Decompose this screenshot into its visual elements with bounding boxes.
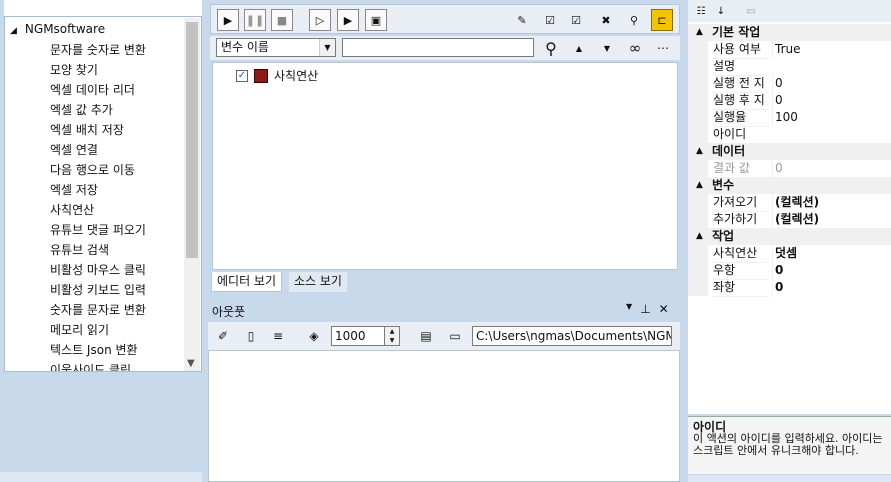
property-toolbar: ☷ ↓ ▭ [688,0,891,22]
tree-item[interactable]: 엑셀 데이타 리더 [50,81,135,98]
categorized-icon[interactable]: ☷ [692,2,710,20]
editor-toolbar: ▶ ❚❚ ■ ▷ ▶ ▣ ✎ ☑ ☑ ✖ ⚲ ⊏ [210,4,680,34]
play-icon[interactable]: ▶ [217,9,239,31]
tree-item[interactable]: 이웃사이드 클릭 [50,361,131,371]
sort-alpha-icon[interactable]: ↓ [712,2,730,20]
tree-item[interactable]: 사칙연산 [50,201,94,218]
node-checkbox[interactable]: ✓ [236,69,248,82]
stop-icon[interactable]: ■ [271,9,293,31]
property-row[interactable]: 좌항 0 [688,279,891,297]
tree-item[interactable]: 숫자를 문자로 변환 [50,301,146,318]
tree-item[interactable]: 엑셀 연결 [50,141,98,158]
toolbox-search-input[interactable] [4,0,202,17]
action-icon [254,68,268,83]
check-icon[interactable]: ☑ [565,9,587,31]
node-label: 사칙연산 [274,69,319,83]
eraser-icon[interactable]: ◈ [303,325,325,347]
category-data[interactable]: ▲ 데이터 [688,143,891,160]
output-log[interactable] [208,350,680,482]
collapse-icon[interactable]: ▲ [696,177,703,194]
editor-node[interactable]: ✓ 사칙연산 [236,67,318,84]
edit-icon[interactable]: ✎ [511,9,533,31]
scroll-down-icon[interactable]: ▼ [187,358,195,369]
tree-item[interactable]: 엑셀 배치 저장 [50,121,124,138]
property-row[interactable]: 실행 후 지0 [688,92,891,110]
search-input[interactable] [342,38,534,57]
close-icon[interactable]: ✕ [659,302,669,316]
wrap-icon[interactable]: ≡ [267,325,289,347]
output-header [208,300,680,320]
broom-icon[interactable]: ✐ [212,325,234,347]
search-icon[interactable]: ⚲ [540,38,562,58]
tree-item[interactable]: 비활성 키보드 입력 [50,281,146,298]
tree-scrollbar[interactable]: ▼ [184,18,200,371]
tree-root-label: NGMsoftware [24,22,106,36]
description-text: 이 액션의 아이디를 입력하세요. 아이디는 스크립트 안에서 유니크해야 합니… [693,432,883,457]
property-row[interactable]: 실행율 100 [688,109,891,127]
more-options-icon[interactable]: ⋯ [652,38,674,58]
tree-view-toggle-icon[interactable]: ⊏ [651,9,673,31]
property-row[interactable]: 설명 [688,58,891,76]
collapse-icon[interactable]: ▲ [696,228,703,245]
delete-icon[interactable]: ✖ [595,9,617,31]
infinity-icon[interactable]: ∞ [624,38,646,58]
property-pages-icon[interactable]: ▭ [742,2,760,20]
tree-item[interactable]: 메모리 읽기 [50,321,109,338]
tree-item[interactable]: 문자를 숫자로 변환 [50,41,146,58]
tree-item[interactable]: 모양 찾기 [50,61,98,78]
collapse-icon[interactable]: ◢ [10,26,17,36]
folder-icon[interactable]: ▭ [444,325,466,347]
property-row[interactable]: 실행 전 지0 [688,75,891,93]
run-selected-icon[interactable]: ▶ [337,9,359,31]
variable-select[interactable]: 변수 이름 ▼ [216,38,336,57]
output-title: 아웃풋 [212,305,246,319]
next-result-icon[interactable]: ▼ [596,38,618,58]
property-bottom-tabstrip[interactable] [688,475,891,482]
dropdown-icon[interactable]: ▼ [626,302,632,316]
pin-icon[interactable]: ⊥ [640,302,650,316]
tree-root-node[interactable]: ◢ NGMsoftware [10,22,105,36]
prev-result-icon[interactable]: ▲ [568,38,590,58]
check-all-icon[interactable]: ☑ [539,9,561,31]
collapse-icon[interactable]: ▲ [696,143,703,160]
tree-item[interactable]: 텍스트 Json 변환 [50,341,138,358]
new-log-icon[interactable]: ▯ [240,325,262,347]
tree-item[interactable]: 엑셀 저장 [50,181,98,198]
tree-item[interactable]: 유튜브 댓글 퍼오기 [50,221,146,238]
scrollbar-thumb[interactable] [186,22,198,258]
variable-select-value: 변수 이름 [221,40,269,54]
property-row[interactable]: 가져오기 (컬렉션) [688,194,891,212]
zoom-icon[interactable]: ⚲ [623,9,645,31]
left-bottom-tabstrip[interactable] [0,472,202,482]
property-row[interactable]: 우항 0 [688,262,891,280]
property-row[interactable]: 사용 여부 True [688,41,891,59]
tree-item[interactable]: 비활성 마우스 클릭 [50,261,146,278]
pause-icon[interactable]: ❚❚ [244,9,266,31]
log-limit-spinner[interactable]: ▲ ▼ [385,326,400,346]
save-icon[interactable]: ▤ [415,325,437,347]
category-variables[interactable]: ▲ 변수 [688,177,891,194]
category-task[interactable]: ▲ 작업 [688,228,891,245]
tab-source-view[interactable]: 소스 보기 [289,272,347,292]
tree-item[interactable]: 다음 행으로 이동 [50,161,135,178]
property-row[interactable]: 추가하기 (컬렉션) [688,211,891,229]
log-path-input[interactable]: C:\Users\ngmas\Documents\NGM6\ [472,326,672,346]
property-row[interactable]: 결과 값0 [688,160,891,178]
log-limit-input[interactable]: 1000 [331,326,385,346]
property-row[interactable]: 사칙연산 덧셈 [688,245,891,263]
output-window-controls: ▼ ⊥ ✕ [626,302,669,316]
step-icon[interactable]: ▷ [309,9,331,31]
run-from-icon[interactable]: ▣ [365,9,387,31]
tree-item[interactable]: 엑셀 값 추가 [50,101,113,118]
collapse-icon[interactable]: ▲ [696,24,703,41]
chevron-down-icon[interactable]: ▼ [319,39,335,56]
tree-item[interactable]: 유튜브 검색 [50,241,109,258]
category-basic[interactable]: ▲ 기본 작업 [688,24,891,41]
tab-editor-view[interactable]: 에디터 보기 [211,272,283,292]
script-editor[interactable] [212,62,678,270]
property-row[interactable]: 아이디 [688,126,891,144]
